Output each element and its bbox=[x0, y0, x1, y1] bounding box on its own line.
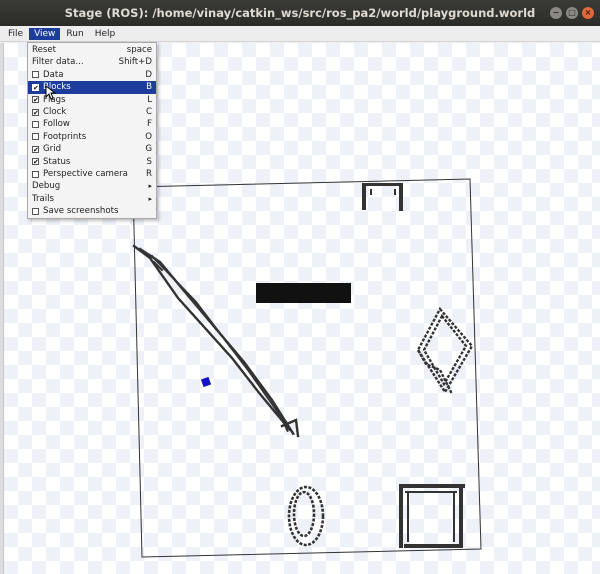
bar-obstacle bbox=[256, 283, 351, 303]
menu-item-shortcut: S bbox=[146, 156, 152, 167]
diamond-obstacle bbox=[416, 306, 474, 395]
submenu-arrow-icon: ▸ bbox=[148, 182, 152, 191]
menu-item-label: Follow bbox=[43, 119, 70, 130]
menu-item-shortcut: F bbox=[147, 119, 152, 130]
view-menu-item-follow[interactable]: Follow F bbox=[28, 118, 156, 130]
menu-item-label: Status bbox=[43, 156, 71, 167]
diagonal-obstacle bbox=[132, 244, 300, 438]
menu-item-label: Trails bbox=[32, 193, 55, 204]
view-menu-item-filter-data[interactable]: Filter data... Shift+D bbox=[28, 56, 156, 68]
menu-item-shortcut: B bbox=[146, 82, 152, 93]
view-menu-item-save-screenshots[interactable]: Save screenshots bbox=[28, 205, 156, 217]
menu-item-shortcut: Shift+D bbox=[118, 57, 152, 68]
checkbox-icon[interactable] bbox=[32, 121, 39, 129]
menu-item-shortcut: D bbox=[145, 69, 152, 80]
mouse-cursor-icon bbox=[45, 85, 57, 100]
menu-item-label: Filter data... bbox=[32, 57, 84, 68]
view-menu-item-reset[interactable]: Reset space bbox=[28, 44, 156, 56]
menu-item-shortcut: R bbox=[146, 168, 152, 179]
menu-item-label: Save screenshots bbox=[43, 206, 119, 217]
checkbox-icon[interactable] bbox=[32, 71, 39, 79]
robot[interactable] bbox=[200, 376, 212, 388]
ellipse-obstacle bbox=[287, 485, 325, 547]
view-menu-item-footprints[interactable]: Footprints O bbox=[28, 131, 156, 143]
checked-checkbox-icon[interactable]: ✔ bbox=[32, 145, 39, 153]
view-menu-item-trails[interactable]: Trails ▸ bbox=[28, 193, 156, 205]
view-menu-item-debug[interactable]: Debug ▸ bbox=[28, 180, 156, 192]
menu-item-label: Clock bbox=[43, 106, 67, 117]
menu-item-label: Flags bbox=[43, 94, 66, 105]
menu-item-label: Perspective camera bbox=[43, 168, 128, 179]
checked-checkbox-icon[interactable]: ✔ bbox=[32, 83, 39, 91]
menu-item-label: Blocks bbox=[43, 82, 71, 93]
box-obstacle bbox=[399, 484, 465, 548]
menu-item-label: Data bbox=[43, 69, 64, 80]
top-structure bbox=[362, 183, 403, 211]
menu-item-shortcut: G bbox=[145, 144, 152, 155]
view-menu-dropdown: Reset space Filter data... Shift+D Data D ✔ Blo… bbox=[27, 42, 157, 220]
checkbox-icon[interactable] bbox=[32, 133, 39, 141]
checkbox-icon[interactable] bbox=[32, 170, 39, 178]
menu-item-shortcut: C bbox=[145, 106, 152, 117]
view-menu-item-perspective-camera[interactable]: Perspective camera R bbox=[28, 168, 156, 180]
checkbox-icon[interactable] bbox=[32, 207, 39, 215]
view-menu-item-data[interactable]: Data D bbox=[28, 69, 156, 81]
menu-item-shortcut: L bbox=[147, 94, 152, 105]
menu-item-shortcut: O bbox=[145, 131, 152, 142]
view-menu-item-grid[interactable]: ✔ Grid G bbox=[28, 143, 156, 155]
checked-checkbox-icon[interactable]: ✔ bbox=[32, 158, 39, 166]
menu-item-label: Grid bbox=[43, 144, 62, 155]
menu-item-label: Debug bbox=[32, 181, 61, 192]
menu-item-label: Reset bbox=[32, 45, 57, 55]
checked-checkbox-icon[interactable]: ✔ bbox=[32, 96, 39, 104]
view-menu-item-status[interactable]: ✔ Status S bbox=[28, 156, 156, 168]
menu-item-label: Footprints bbox=[43, 131, 87, 142]
submenu-arrow-icon: ▸ bbox=[148, 194, 152, 203]
menu-item-shortcut: space bbox=[126, 45, 152, 55]
checked-checkbox-icon[interactable]: ✔ bbox=[32, 108, 39, 116]
view-menu-item-clock[interactable]: ✔ Clock C bbox=[28, 106, 156, 118]
